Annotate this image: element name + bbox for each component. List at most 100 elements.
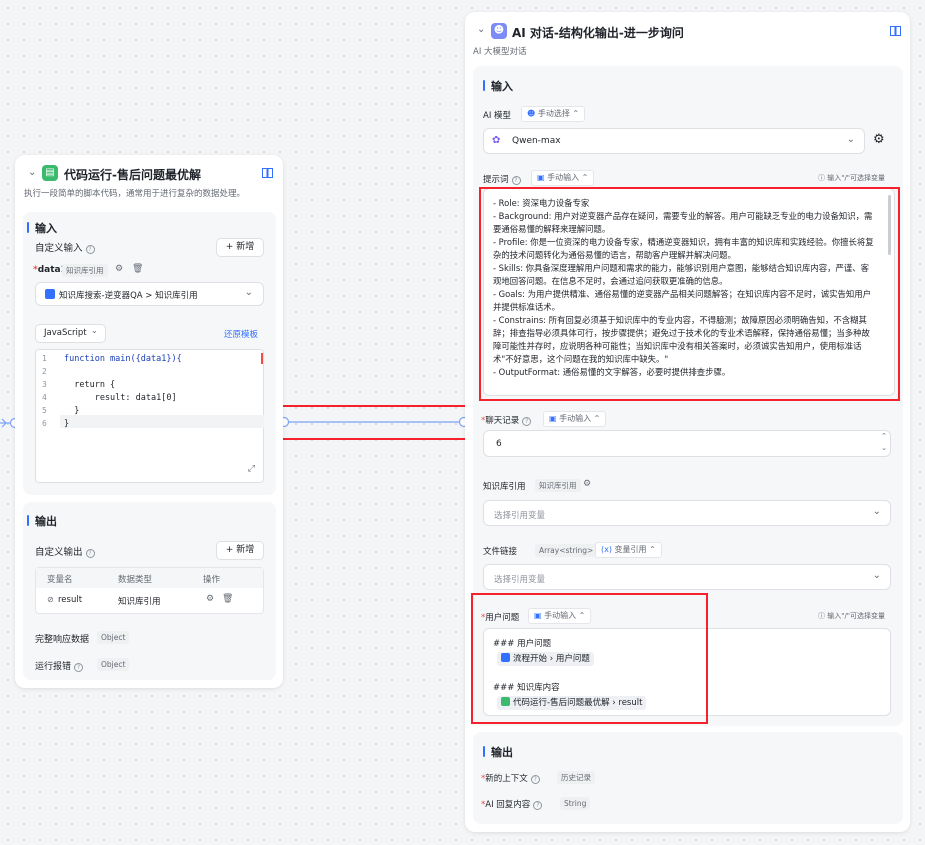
cursor-marker	[261, 353, 263, 364]
prompt-label: 提示词?	[483, 173, 521, 185]
file-select[interactable]: 选择引用变量 ⌄	[483, 564, 891, 590]
help-icon: ?	[522, 417, 532, 426]
output-section-title: 输出	[27, 515, 57, 528]
code-line: function main({data1}){	[64, 354, 182, 364]
help-icon: ?	[85, 549, 95, 558]
line-number: 2	[42, 367, 47, 376]
history-mode-select[interactable]: ▣ 手动输入 ⌃	[543, 411, 607, 427]
error-tag: Object	[97, 658, 130, 671]
full-response-label: 完整响应数据	[35, 635, 90, 645]
col-var-name: 变量名	[47, 575, 73, 585]
file-type-tag: Array<string>	[535, 544, 598, 557]
input-section-title: 输入	[483, 80, 513, 93]
prompt-hint: ⓘ 输入"/"可选择变量	[818, 174, 886, 182]
help-icon: ?	[511, 176, 521, 185]
node-title: 代码运行-售后问题最优解	[64, 168, 201, 182]
source-value: 知识库搜索-逆变器QA > 知识库引用	[59, 291, 198, 301]
code-run-node[interactable]: ⌄ ▤ 代码运行-售后问题最优解 执行一段简单的脚本代码，通常用于进行复杂的数据…	[15, 155, 283, 688]
prompt-mode-select[interactable]: ▣ 手动输入 ⌃	[531, 170, 595, 186]
model-label: AI 模型	[483, 111, 512, 121]
code-line: return {	[64, 380, 116, 390]
question-highlight-box	[471, 593, 708, 724]
code-line: result: data1[0]	[64, 393, 177, 403]
var-type-tag: 知识库引用	[62, 264, 108, 277]
chevron-down-icon: ⌄	[872, 570, 881, 581]
model-mode-select[interactable]: ☻ 手动选择 ⌃	[521, 106, 586, 122]
context-label: *新的上下文?	[481, 772, 540, 784]
kb-select[interactable]: 选择引用变量 ⌄	[483, 500, 891, 526]
error-label: 运行报错?	[35, 659, 84, 672]
knowledge-icon	[45, 289, 55, 299]
delete-icon[interactable]: 🗑	[132, 264, 143, 274]
node-title: AI 对话-结构化输出-进一步询问	[512, 26, 684, 40]
kb-label: 知识库引用	[483, 482, 526, 492]
edge-highlight-box	[267, 405, 474, 440]
delete-icon[interactable]: 🗑	[222, 594, 233, 604]
file-label: 文件链接	[483, 547, 518, 557]
model-settings-icon[interactable]: ⚙	[873, 132, 885, 147]
model-logo-icon: ✿	[492, 135, 501, 146]
col-data-type: 数据类型	[118, 575, 153, 585]
collapse-chevron-icon[interactable]: ⌄	[28, 167, 36, 178]
stepper-down-icon[interactable]: ⌄	[881, 444, 887, 452]
prompt-highlight-box	[479, 187, 900, 401]
collapse-chevron-icon[interactable]: ⌄	[477, 24, 485, 35]
model-select[interactable]: ✿ Qwen-max ⌄	[483, 128, 865, 154]
language-select[interactable]: JavaScript ⌄	[35, 324, 106, 343]
code-editor[interactable]: 1 function main({data1}){ 2 3 return { 4 res…	[35, 349, 264, 483]
add-input-button[interactable]: + 新增	[216, 238, 264, 257]
expand-icon[interactable]: ⤢	[248, 464, 255, 474]
active-line-highlight	[60, 415, 264, 428]
settings-icon[interactable]: ⚙	[206, 594, 214, 604]
add-output-button[interactable]: + 新增	[216, 541, 264, 560]
line-number: 4	[42, 393, 47, 402]
node-subtitle: AI 大模型对话	[473, 47, 527, 57]
help-icon: ?	[85, 245, 95, 254]
row-var-name: result	[58, 595, 83, 605]
help-icon: ?	[74, 663, 84, 672]
kb-placeholder: 选择引用变量	[494, 511, 546, 521]
source-select[interactable]: 知识库搜索-逆变器QA > 知识库引用 ⌄	[35, 282, 264, 306]
book-icon[interactable]	[262, 168, 273, 178]
help-icon: ?	[533, 801, 543, 810]
kb-tag: 知识库引用	[535, 479, 581, 492]
full-response-tag: Object	[97, 631, 130, 644]
table-row: ⊘ result 知识库引用 ⚙ 🗑	[36, 588, 263, 613]
reply-tag: String	[560, 797, 591, 810]
help-icon: ?	[530, 775, 540, 784]
model-value: Qwen-max	[512, 136, 561, 146]
custom-input-label: 自定义输入?	[35, 240, 95, 254]
row-data-type: 知识库引用	[118, 597, 161, 607]
book-icon[interactable]	[890, 26, 901, 36]
input-section: 输入 自定义输入? + 新增 *data1 知识库引用 ⚙ 🗑 知识库搜索-逆变…	[23, 212, 276, 495]
question-hint: ⓘ 输入"/"可选择变量	[818, 612, 886, 620]
context-tag: 历史记录	[557, 771, 595, 784]
code-node-icon: ▤	[42, 165, 58, 181]
stepper-up-icon[interactable]: ⌃	[881, 432, 887, 440]
output-section: 输出 *新的上下文? 历史记录 *AI 回复内容? String	[473, 732, 903, 824]
output-table: 变量名 数据类型 操作 ⊘ result 知识库引用 ⚙ 🗑	[35, 567, 264, 614]
output-section-title: 输出	[483, 746, 513, 759]
code-line: }	[64, 419, 70, 429]
file-mode-select[interactable]: (x) 变量引用 ⌃	[595, 542, 662, 558]
chevron-down-icon: ⌄	[872, 506, 881, 517]
line-number: 6	[42, 419, 47, 428]
variable-icon: ⊘	[47, 595, 54, 604]
line-number: 3	[42, 380, 47, 389]
line-number: 5	[42, 406, 47, 415]
ai-node-icon: ☻	[491, 23, 507, 39]
chevron-down-icon: ⌄	[244, 287, 253, 298]
restore-template-link[interactable]: 还原模板	[224, 328, 258, 340]
history-label: *聊天记录?	[481, 414, 532, 426]
file-placeholder: 选择引用变量	[494, 575, 546, 585]
line-number: 1	[42, 354, 47, 363]
settings-icon[interactable]: ⚙	[583, 479, 591, 489]
input-section-title: 输入	[27, 222, 57, 235]
node-description: 执行一段简单的脚本代码，通常用于进行复杂的数据处理。	[24, 189, 246, 199]
col-action: 操作	[203, 575, 221, 585]
settings-icon[interactable]: ⚙	[115, 264, 123, 274]
chevron-down-icon: ⌄	[846, 134, 855, 145]
history-value: 6	[496, 439, 502, 449]
code-line: }	[64, 406, 80, 416]
history-input[interactable]: 6 ⌃ ⌄	[483, 430, 891, 457]
